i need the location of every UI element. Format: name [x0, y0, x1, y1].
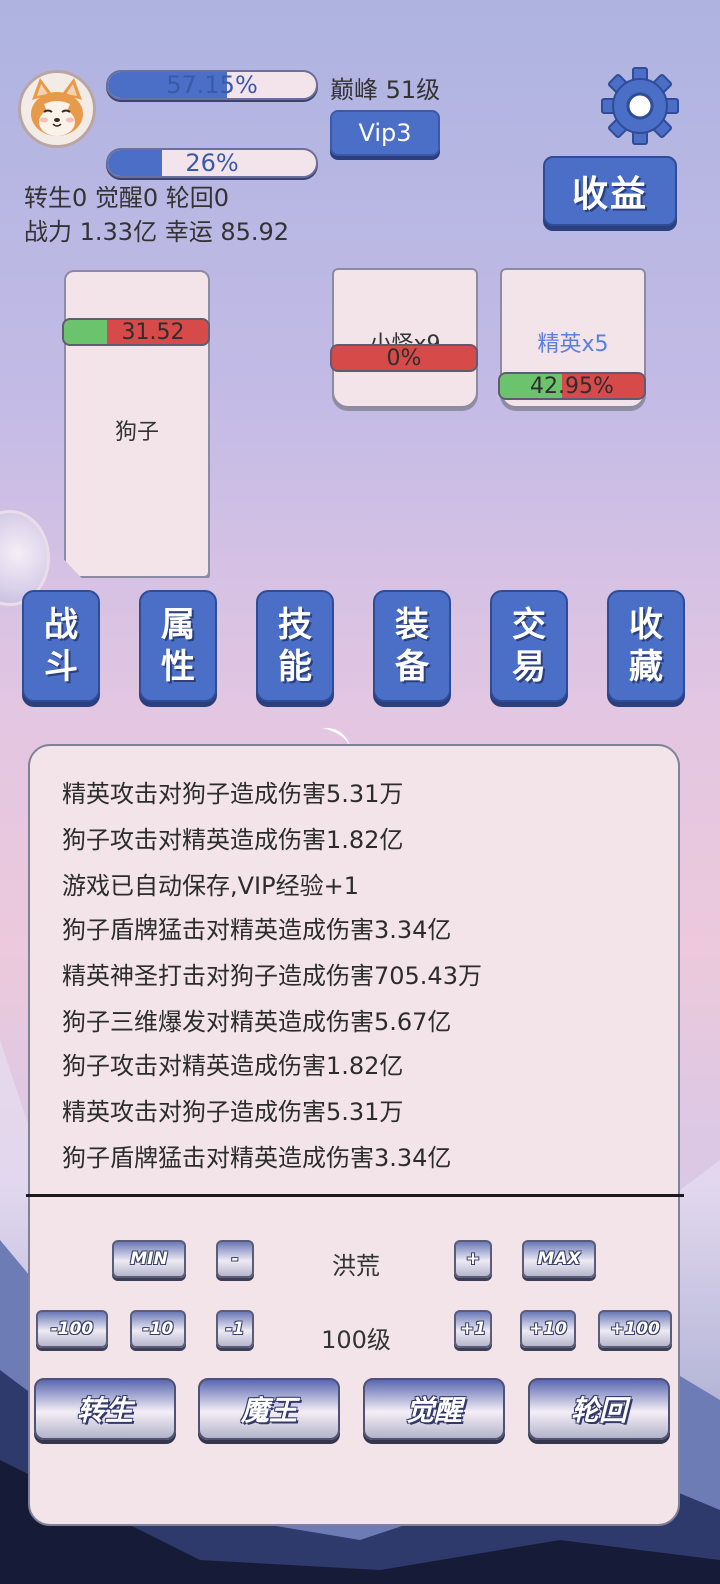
log-line: 狗子攻击对精英造成伤害1.82亿 — [62, 826, 404, 854]
tab-trade-bottom: 易 — [512, 647, 546, 687]
log-line: 精英神圣打击对狗子造成伤害705.43万 — [62, 962, 482, 990]
tab-skills-bottom: 能 — [278, 647, 312, 687]
reincarnation-button[interactable]: 轮回 — [528, 1378, 670, 1440]
tab-battle-top: 战 — [44, 605, 78, 645]
log-divider — [26, 1194, 684, 1197]
level-minus-1-button[interactable]: -1 — [216, 1310, 254, 1348]
level-label: 巅峰 51级 — [330, 76, 441, 104]
log-line: 精英攻击对狗子造成伤害5.31万 — [62, 1098, 404, 1126]
tab-trade[interactable]: 交 易 — [490, 590, 568, 702]
gear-icon[interactable] — [600, 66, 680, 146]
log-line: 狗子盾牌猛击对精英造成伤害3.34亿 — [62, 916, 452, 944]
demon-king-button[interactable]: 魔王 — [198, 1378, 340, 1440]
difficulty-max-button[interactable]: MAX — [522, 1240, 596, 1278]
level-plus-100-button[interactable]: +100 — [598, 1310, 672, 1348]
tab-skills-top: 技 — [278, 605, 312, 645]
tab-attributes-top: 属 — [161, 605, 195, 645]
log-line: 精英攻击对狗子造成伤害5.31万 — [62, 780, 404, 808]
tab-collection-top: 收 — [629, 605, 663, 645]
vip-button[interactable]: Vip3 — [330, 110, 440, 156]
enemy-hp-bar-elite: 42.95% — [498, 372, 646, 400]
difficulty-label: 洪荒 — [332, 1252, 380, 1280]
vip-progress-bar: 26% — [106, 148, 318, 178]
tab-skills[interactable]: 技 能 — [256, 590, 334, 702]
difficulty-plus-button[interactable]: + — [454, 1240, 492, 1278]
awaken-button[interactable]: 觉醒 — [363, 1378, 505, 1440]
enemy-name-elite: 精英x5 — [537, 332, 609, 357]
tab-trade-top: 交 — [512, 605, 546, 645]
enemy-hp-text-minion: 0% — [386, 345, 422, 371]
tab-equipment-top: 装 — [395, 605, 429, 645]
log-line: 狗子盾牌猛击对精英造成伤害3.34亿 — [62, 1144, 452, 1172]
exp-progress-bar: 57.15% — [106, 70, 318, 100]
level-plus-1-button[interactable]: +1 — [454, 1310, 492, 1348]
log-line: 狗子攻击对精英造成伤害1.82亿 — [62, 1052, 404, 1080]
tab-battle-bottom: 斗 — [44, 647, 78, 687]
tab-attributes-bottom: 性 — [161, 647, 195, 687]
log-line: 狗子三维爆发对精英造成伤害5.67亿 — [62, 1008, 452, 1036]
enemy-card-minion[interactable]: 小怪x9 — [332, 268, 478, 408]
tab-collection[interactable]: 收 藏 — [607, 590, 685, 702]
log-line: 游戏已自动保存,VIP经验+1 — [62, 872, 359, 900]
shiba-dog-icon — [31, 78, 83, 136]
player-card[interactable]: 狗子 — [64, 270, 210, 578]
power-luck-stats: 战力 1.33亿 幸运 85.92 — [24, 218, 290, 246]
enemy-hp-text-elite: 42.95% — [530, 373, 614, 399]
player-hp-text: 31.52 — [121, 319, 185, 345]
enemy-hp-bar-minion: 0% — [330, 344, 478, 372]
level-minus-10-button[interactable]: -10 — [130, 1310, 186, 1348]
level-select-label: 100级 — [321, 1326, 391, 1354]
player-name: 狗子 — [114, 420, 159, 445]
vip-progress-text: 26% — [185, 149, 239, 177]
tab-equipment-bottom: 备 — [395, 647, 429, 687]
income-button[interactable]: 收益 — [543, 156, 677, 226]
tab-equipment[interactable]: 装 备 — [373, 590, 451, 702]
tab-attributes[interactable]: 属 性 — [139, 590, 217, 702]
level-plus-10-button[interactable]: +10 — [520, 1310, 576, 1348]
tab-collection-bottom: 藏 — [629, 647, 663, 687]
rebirth-stats: 转生0 觉醒0 轮回0 — [24, 184, 230, 212]
level-minus-100-button[interactable]: -100 — [36, 1310, 108, 1348]
avatar[interactable] — [18, 70, 96, 148]
tab-battle[interactable]: 战 斗 — [22, 590, 100, 702]
rebirth-button[interactable]: 转生 — [34, 1378, 176, 1440]
player-hp-bar: 31.52 — [62, 318, 210, 346]
difficulty-minus-button[interactable]: - — [216, 1240, 254, 1278]
difficulty-min-button[interactable]: MIN — [112, 1240, 186, 1278]
exp-progress-text: 57.15% — [166, 71, 258, 99]
